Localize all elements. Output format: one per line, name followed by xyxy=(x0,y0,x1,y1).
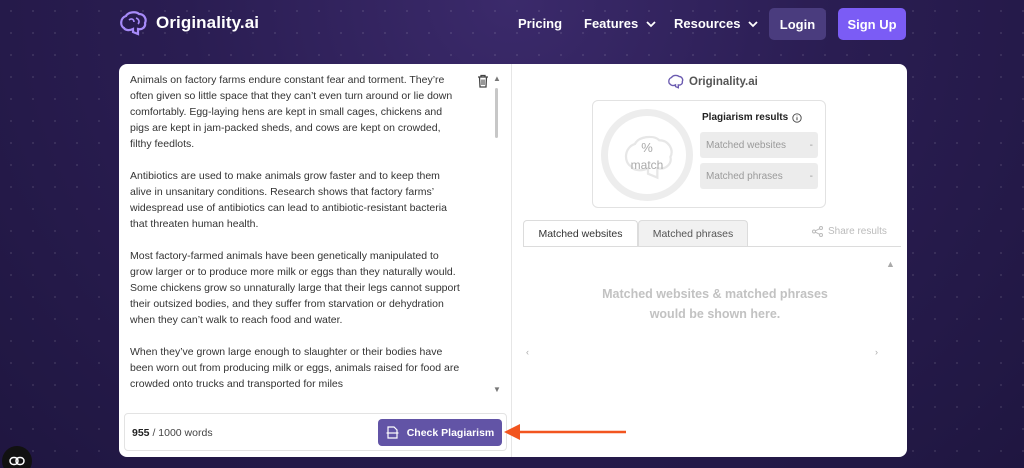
text-input-area[interactable]: Animals on factory farms endure constant… xyxy=(130,72,460,399)
match-percent: % xyxy=(641,140,653,155)
results-tabs: Matched websites Matched phrases Share r… xyxy=(523,220,901,246)
results-brand: Originality.ai xyxy=(667,74,758,89)
check-plagiarism-label: Check Plagiarism xyxy=(406,426,495,439)
login-button[interactable]: Login xyxy=(769,8,826,40)
annotation-arrow-icon xyxy=(504,424,626,440)
results-title: Plagiarism results xyxy=(702,112,802,123)
share-results-label: Share results xyxy=(828,226,887,237)
paragraph: When they’ve grown large enough to slaug… xyxy=(130,346,460,390)
matched-phrases-label: Matched phrases xyxy=(706,170,783,182)
results-brand-name: Originality.ai xyxy=(689,75,758,88)
top-navbar: Originality.ai Pricing Features Resource… xyxy=(0,0,1024,48)
scan-document-icon xyxy=(386,426,399,439)
plagiarism-checker-card: Animals on factory farms endure constant… xyxy=(119,64,907,457)
results-scroll-up-arrow[interactable]: ▲ xyxy=(886,259,895,269)
info-icon[interactable] xyxy=(792,112,802,123)
share-results-button[interactable]: Share results xyxy=(812,226,887,237)
results-scroll-left-arrow[interactable]: ‹ xyxy=(526,347,529,357)
nav-pricing-label: Pricing xyxy=(518,16,563,31)
brand-name: Originality.ai xyxy=(156,13,260,32)
word-limit: / 1000 words xyxy=(149,427,213,439)
nav-resources[interactable]: Resources xyxy=(674,16,759,31)
editor-footer: 955 / 1000 words Check Plagiarism xyxy=(124,413,507,451)
tab-matched-websites[interactable]: Matched websites xyxy=(523,220,638,246)
check-plagiarism-button[interactable]: Check Plagiarism xyxy=(378,419,502,446)
paragraph: Antibiotics are used to make animals gro… xyxy=(130,170,447,230)
word-count-value: 955 xyxy=(132,427,150,439)
matched-websites-field: Matched websites - xyxy=(700,132,818,158)
paragraph: Most factory-farmed animals have been ge… xyxy=(130,250,460,326)
signup-button[interactable]: Sign Up xyxy=(838,8,906,40)
nav-features-label: Features xyxy=(584,16,639,31)
matched-websites-value: - xyxy=(809,139,813,151)
results-title-text: Plagiarism results xyxy=(702,112,789,123)
nav-features[interactable]: Features xyxy=(584,16,656,31)
brand-logo[interactable]: Originality.ai xyxy=(118,10,259,36)
match-gauge: % match xyxy=(601,109,693,201)
link-icon xyxy=(9,456,25,466)
matched-websites-label: Matched websites xyxy=(706,139,787,151)
chevron-down-icon xyxy=(646,20,656,27)
scroll-up-arrow[interactable]: ▲ xyxy=(493,74,501,83)
paragraph: Animals on factory farms endure constant… xyxy=(130,74,453,150)
results-placeholder: Matched websites & matched phrases would… xyxy=(602,287,828,321)
match-label: match xyxy=(630,158,664,172)
plagiarism-results-panel: % match Plagiarism results Matched websi… xyxy=(592,100,826,208)
tab-underline xyxy=(523,246,901,247)
matched-phrases-value: - xyxy=(809,170,813,182)
panel-divider xyxy=(511,64,512,457)
trash-icon[interactable] xyxy=(477,74,489,88)
matched-phrases-field: Matched phrases - xyxy=(700,163,818,189)
brain-logo-icon xyxy=(668,74,684,89)
chevron-down-icon xyxy=(748,20,759,27)
results-scroll-right-arrow[interactable]: › xyxy=(875,347,878,357)
floating-widget-badge[interactable] xyxy=(2,446,32,468)
nav-resources-label: Resources xyxy=(674,16,741,31)
tab-matched-phrases[interactable]: Matched phrases xyxy=(638,220,748,246)
word-count: 955 / 1000 words xyxy=(132,427,213,439)
scrollbar-thumb[interactable] xyxy=(495,88,498,138)
scroll-down-arrow[interactable]: ▼ xyxy=(493,385,501,394)
brain-logo-icon xyxy=(120,11,147,36)
nav-pricing[interactable]: Pricing xyxy=(518,16,562,31)
share-icon xyxy=(812,226,823,237)
